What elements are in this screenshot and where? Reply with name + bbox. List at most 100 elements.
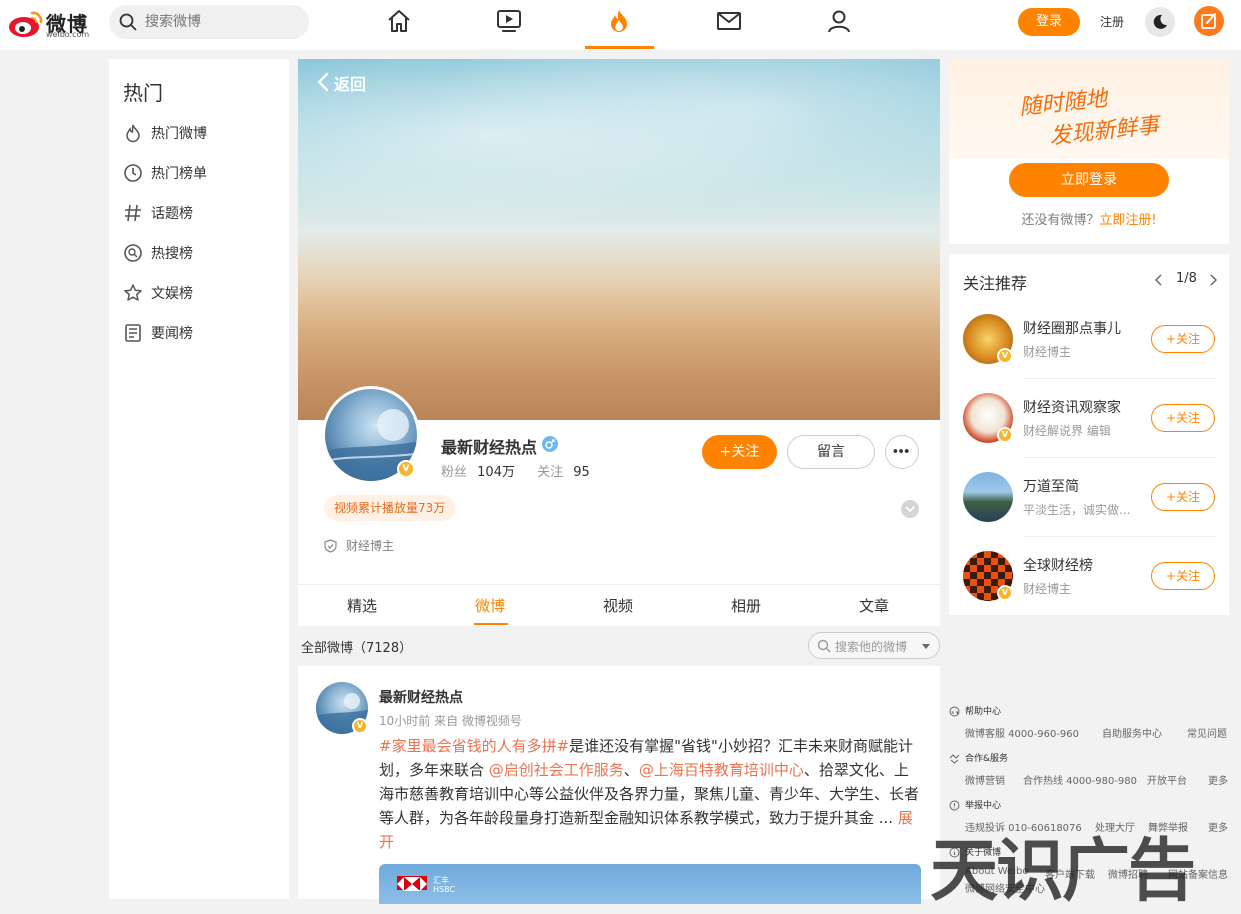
message-button[interactable]: 留言	[787, 435, 875, 469]
following-label: 关注	[537, 465, 564, 480]
verified-badge: V	[352, 718, 368, 734]
recommend-name: 万道至简	[1023, 479, 1079, 495]
post-search-box[interactable]: 搜索他的微博	[808, 632, 940, 659]
post-hashtag[interactable]: #家里最会省钱的人有多拼#	[379, 737, 569, 755]
recommend-item[interactable]: V 财经资讯观察家 财经解说界 编辑 +关注	[949, 379, 1229, 458]
follow-button[interactable]: +关注	[1151, 483, 1215, 511]
cover-image: 返回	[298, 59, 940, 420]
sidebar-item-label: 要闻榜	[151, 326, 193, 342]
compose-button[interactable]	[1194, 6, 1224, 36]
back-label: 返回	[334, 75, 367, 94]
footer-link[interactable]: 微博客服 4000-960-960	[965, 725, 1079, 740]
flame-icon	[126, 124, 140, 143]
tab-articles[interactable]: 文章	[810, 595, 938, 616]
profile-tabs: 精选 微博 视频 相册 文章	[298, 584, 940, 626]
post-text: #家里最会省钱的人有多拼#是谁还没有掌握"省钱"小妙招？汇丰未来财商赋能计划，多…	[379, 734, 919, 854]
tab-video[interactable]: 视频	[554, 595, 682, 616]
follow-button[interactable]: +关注	[702, 435, 777, 469]
footer-link[interactable]: 更多	[1208, 772, 1228, 787]
user-icon[interactable]	[826, 8, 852, 34]
sidebar-item-label: 热搜榜	[151, 246, 193, 262]
left-sidebar: 热门 热门微博 热门榜单 话题榜 热搜榜 文娱榜 要闻榜	[109, 59, 289, 899]
alert-icon	[949, 800, 960, 811]
tab-featured[interactable]: 精选	[298, 595, 426, 616]
register-link[interactable]: 注册	[1100, 13, 1124, 30]
sidebar-item-label: 话题榜	[151, 206, 193, 222]
footer-link[interactable]: 微博营销	[965, 772, 1005, 787]
sidebar-item-label: 文娱榜	[151, 286, 193, 302]
weibo-logo[interactable]: 微博 weibo.com	[8, 6, 98, 40]
expand-profile-button[interactable]	[901, 500, 919, 518]
play-count-tag: 视频累计播放量73万	[324, 495, 456, 521]
footer-link[interactable]: 合作热线 4000-980-980	[1023, 772, 1137, 787]
search-input[interactable]	[143, 5, 293, 39]
login-now-button[interactable]: 立即登录	[1009, 163, 1169, 197]
sidebar-title: 热门	[123, 81, 163, 105]
pager-text: 1/8	[1176, 271, 1197, 286]
recommend-item[interactable]: V 全球财经榜 财经博主 +关注	[949, 537, 1229, 616]
avatar	[963, 472, 1013, 522]
video-icon[interactable]	[496, 8, 522, 34]
hot-icon[interactable]	[606, 8, 632, 34]
fans-count[interactable]: 104万	[477, 465, 515, 480]
footer-link[interactable]: 常见问题	[1187, 725, 1227, 740]
sidebar-item-hot-search[interactable]: 热搜榜	[123, 241, 273, 265]
register-now-link[interactable]: 立即注册!	[1099, 213, 1156, 228]
post-text-b: 、	[623, 761, 639, 779]
recommend-name: 全球财经榜	[1023, 558, 1093, 574]
recommend-title: 关注推荐	[963, 274, 1028, 293]
post-mention[interactable]: @上海百特教育培训中心	[639, 761, 804, 779]
post-author[interactable]: 最新财经热点	[379, 687, 463, 707]
tab-album[interactable]: 相册	[682, 595, 810, 616]
chevron-right-icon[interactable]	[1209, 274, 1217, 286]
footer-link[interactable]: 开放平台	[1147, 772, 1187, 787]
post-meta: 10小时前 来自 微博视频号	[379, 714, 522, 728]
sidebar-item-news[interactable]: 要闻榜	[123, 321, 273, 345]
caret-down-icon	[922, 644, 930, 649]
search-box[interactable]	[109, 5, 309, 39]
mail-icon[interactable]	[716, 8, 742, 34]
sidebar-item-label: 热门微博	[151, 126, 207, 142]
login-button[interactable]: 登录	[1018, 8, 1080, 36]
help-icon	[949, 706, 960, 717]
hsbc-logo-icon	[397, 876, 427, 891]
sidebar-item-topics[interactable]: 话题榜	[123, 201, 273, 225]
chevron-down-icon	[905, 506, 915, 513]
recommend-desc: 财经解说界 编辑	[1023, 424, 1111, 438]
more-button[interactable]	[885, 435, 919, 469]
footer-link[interactable]: 自助服务中心	[1102, 725, 1162, 740]
hsbc-text: 汇丰 HSBC	[433, 876, 456, 894]
sidebar-item-hot-weibo[interactable]: 热门微博	[123, 121, 273, 145]
sidebar-item-entertainment[interactable]: 文娱榜	[123, 281, 273, 305]
tab-weibo[interactable]: 微博	[426, 595, 554, 616]
post-card: V 最新财经热点 10小时前 来自 微博视频号 #家里最会省钱的人有多拼#是谁还…	[298, 666, 940, 904]
recommend-desc: 财经博主	[1023, 582, 1072, 596]
role-label: 财经博主	[346, 539, 395, 553]
verified-badge: V	[997, 427, 1013, 443]
footer-link[interactable]: 更多	[1208, 819, 1228, 834]
follow-button[interactable]: +关注	[1151, 562, 1215, 590]
recommend-item[interactable]: V 财经圈那点事儿 财经博主 +关注	[949, 300, 1229, 379]
chevron-left-icon[interactable]	[1155, 274, 1163, 286]
dark-mode-toggle[interactable]	[1145, 7, 1175, 37]
verified-badge: V	[397, 460, 415, 478]
recommend-name: 财经资讯观察家	[1023, 400, 1121, 416]
follow-button[interactable]: +关注	[1151, 325, 1215, 353]
fans-label: 粉丝	[441, 465, 468, 480]
cover-sea	[298, 59, 940, 249]
all-posts-count: 全部微博（7128）	[301, 641, 413, 656]
top-bar: 微博 weibo.com 登录 注册	[0, 0, 1241, 50]
home-icon[interactable]	[386, 8, 412, 34]
follow-button[interactable]: +关注	[1151, 404, 1215, 432]
sidebar-item-hot-list[interactable]: 热门榜单	[123, 161, 273, 185]
post-mention[interactable]: @启创社会工作服务	[489, 761, 624, 779]
following-count[interactable]: 95	[573, 465, 590, 480]
star-icon	[124, 284, 142, 301]
weibo-eye-icon	[9, 11, 43, 37]
profile-stats: 粉丝 104万 关注 95	[441, 461, 590, 480]
search-icon	[817, 639, 831, 653]
post-image[interactable]: 汇丰 HSBC	[379, 864, 921, 904]
post-search-placeholder: 搜索他的微博	[835, 640, 908, 654]
sidebar-item-label: 热门榜单	[151, 166, 207, 182]
recommend-item[interactable]: 万道至简 平淡生活，诚实做... +关注	[949, 458, 1229, 537]
